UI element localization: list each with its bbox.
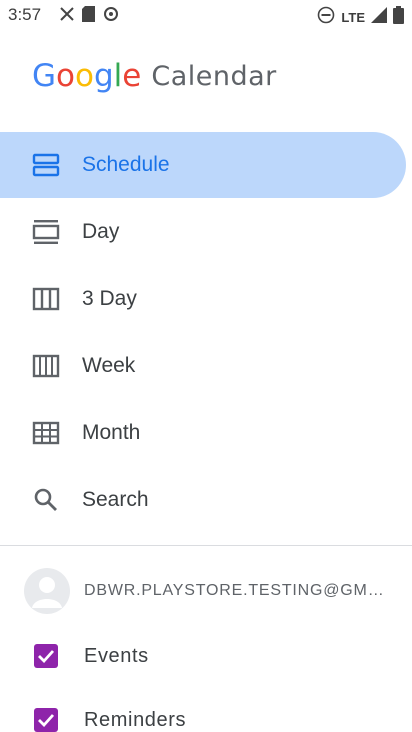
sync-icon	[103, 6, 119, 27]
nav-item-week[interactable]: Week	[0, 333, 406, 399]
logo-letter: o	[75, 58, 94, 94]
nav-label-week: Week	[82, 354, 136, 377]
missed-call-icon	[60, 7, 74, 26]
logo-letter: e	[122, 58, 142, 94]
account-email: DBWR.PLAYSTORE.TESTING@GMAIL.COM	[84, 582, 394, 599]
status-time: 3:57	[8, 5, 42, 24]
logo-letter: g	[93, 58, 114, 94]
signal-icon	[371, 7, 387, 28]
status-bar: 3:57 LTE	[0, 0, 412, 34]
do-not-disturb-icon	[317, 6, 335, 29]
google-calendar-logo: G o o g l e Calendar	[32, 56, 277, 96]
nav-item-month[interactable]: Month	[0, 400, 406, 466]
events-label: Events	[84, 644, 149, 667]
logo-letter: o	[56, 58, 75, 94]
events-checkbox[interactable]	[34, 644, 58, 668]
nav-label-schedule: Schedule	[82, 153, 170, 176]
week-view-icon	[30, 350, 62, 382]
nav-label-3-day: 3 Day	[82, 287, 137, 310]
nav-label-day: Day	[82, 220, 120, 243]
day-view-icon	[30, 216, 62, 248]
network-type: LTE	[341, 10, 365, 25]
schedule-view-icon	[30, 149, 62, 181]
logo-letter: G	[32, 58, 57, 94]
nav-label-search: Search	[82, 488, 149, 511]
month-view-icon	[30, 417, 62, 449]
divider	[0, 545, 412, 546]
logo-product-name: Calendar	[151, 60, 277, 92]
avatar	[24, 568, 70, 614]
logo-letter: l	[113, 58, 123, 94]
nav-item-day[interactable]: Day	[0, 199, 406, 265]
nav-item-3-day[interactable]: 3 Day	[0, 266, 406, 332]
nav-item-schedule[interactable]: Schedule	[0, 132, 406, 198]
reminders-label: Reminders	[84, 708, 187, 731]
nav-label-month: Month	[82, 421, 141, 444]
calendar-item-events[interactable]: Events	[0, 628, 412, 684]
sd-card-icon	[82, 6, 95, 27]
reminders-checkbox[interactable]	[34, 708, 58, 732]
nav-item-search[interactable]: Search	[0, 467, 406, 533]
three-day-view-icon	[30, 283, 62, 315]
battery-icon	[393, 6, 404, 29]
calendar-item-reminders[interactable]: Reminders	[0, 692, 412, 732]
account-row[interactable]: DBWR.PLAYSTORE.TESTING@GMAIL.COM	[0, 560, 412, 620]
search-icon	[30, 484, 62, 516]
